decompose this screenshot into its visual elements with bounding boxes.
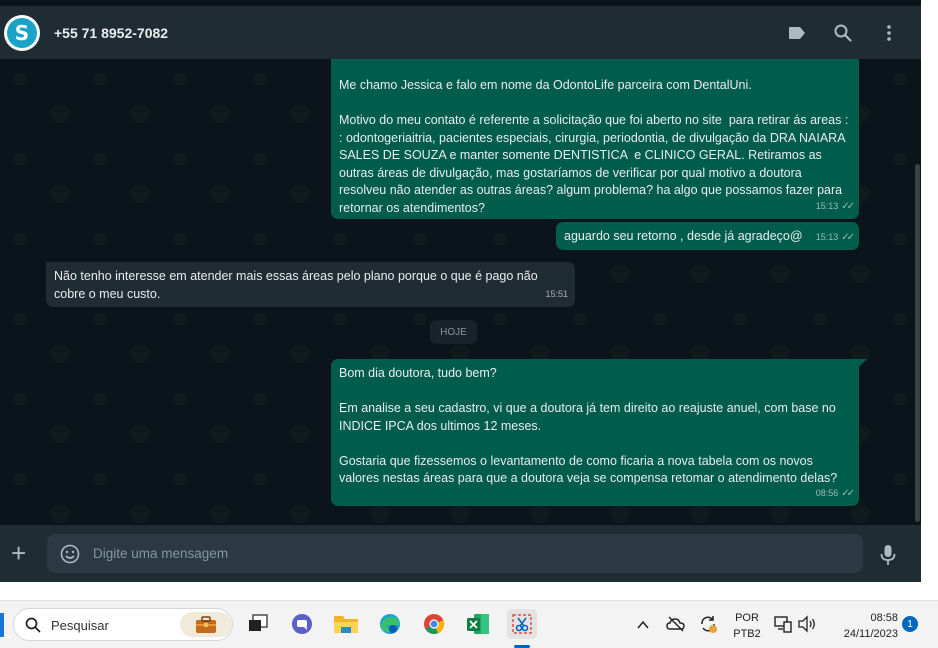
message-time: 15:51 xyxy=(545,288,568,299)
message-meta: 08:56 ✓✓ xyxy=(815,485,855,503)
emoji-icon[interactable] xyxy=(60,544,80,564)
message-input[interactable]: Digite uma mensagem xyxy=(47,534,863,573)
clock-time: 08:58 xyxy=(870,612,898,624)
message-bubble-outgoing[interactable]: aguardo seu retorno , desde já agradeço@… xyxy=(556,222,859,250)
clock-date: 24/11/2023 xyxy=(843,628,898,640)
message-list[interactable]: Me chamo Jessica e falo em nome da Odont… xyxy=(0,59,921,525)
header-actions xyxy=(787,6,899,59)
message-bubble-outgoing[interactable]: Me chamo Jessica e falo em nome da Odont… xyxy=(331,59,859,219)
avatar-logo: S xyxy=(7,17,37,48)
chrome-icon[interactable] xyxy=(419,609,449,639)
window-right-edge xyxy=(921,0,938,600)
language-code: POR xyxy=(735,612,759,624)
file-explorer-icon[interactable] xyxy=(331,609,361,639)
message-time: 08:56 xyxy=(815,487,839,498)
taskbar-clock[interactable]: 08:58 24/11/2023 xyxy=(826,610,898,642)
keyboard-layout: PTB2 xyxy=(733,628,761,640)
day-divider: HOJE xyxy=(430,320,477,344)
chevron-up-icon[interactable] xyxy=(637,617,649,635)
input-language[interactable]: POR PTB2 xyxy=(729,610,765,642)
desktop-strip xyxy=(0,582,938,600)
read-ticks-icon: ✓✓ xyxy=(841,487,855,499)
avatar[interactable]: S xyxy=(4,14,40,51)
network-icon[interactable] xyxy=(774,615,792,638)
windows-taskbar: Pesquisar POR PTB2 08:58 24/11/2023 1 xyxy=(0,600,938,648)
composer: + Digite uma mensagem xyxy=(0,525,921,582)
task-view-icon[interactable] xyxy=(243,609,273,639)
read-ticks-icon: ✓✓ xyxy=(841,200,855,212)
attach-plus-icon[interactable]: + xyxy=(11,540,26,566)
message-bubble-outgoing[interactable]: Bom dia doutora, tudo bem? Em analise a … xyxy=(331,359,859,506)
taskbar-search[interactable]: Pesquisar xyxy=(13,608,233,641)
briefcase-icon[interactable] xyxy=(180,612,232,637)
chat-header[interactable]: S +55 71 8952-7082 xyxy=(0,6,921,59)
message-text: Não tenho interesse em atender mais essa… xyxy=(54,269,542,301)
onedrive-offline-icon[interactable] xyxy=(666,615,686,638)
search-icon[interactable] xyxy=(833,23,853,43)
excel-icon[interactable] xyxy=(463,609,493,639)
teams-chat-icon[interactable] xyxy=(287,609,317,639)
bubble-tail xyxy=(859,359,867,367)
message-meta: 15:13 ✓✓ xyxy=(815,229,855,247)
contact-name[interactable]: +55 71 8952-7082 xyxy=(54,25,168,41)
snipping-tool-icon[interactable] xyxy=(507,609,537,639)
message-text: Me chamo Jessica e falo em nome da Odont… xyxy=(339,78,849,215)
message-time: 15:13 xyxy=(815,231,839,242)
volume-icon[interactable] xyxy=(797,615,817,638)
microphone-icon[interactable] xyxy=(879,544,897,566)
edge-icon[interactable] xyxy=(375,609,405,639)
chat-scrollbar[interactable] xyxy=(915,164,920,522)
message-time: 15:13 xyxy=(815,200,839,211)
message-text: Bom dia doutora, tudo bem? Em analise a … xyxy=(339,366,838,485)
message-placeholder: Digite uma mensagem xyxy=(93,546,229,561)
label-icon[interactable] xyxy=(787,23,807,43)
read-ticks-icon: ✓✓ xyxy=(841,231,855,243)
start-button[interactable] xyxy=(0,613,4,637)
message-text: aguardo seu retorno , desde já agradeço@ xyxy=(564,229,803,243)
search-placeholder: Pesquisar xyxy=(51,618,109,633)
notification-badge[interactable]: 1 xyxy=(902,616,918,632)
search-icon xyxy=(25,617,41,633)
message-meta: 15:51 xyxy=(545,286,568,304)
message-bubble-incoming[interactable]: Não tenho interesse em atender mais essa… xyxy=(46,262,575,307)
whatsapp-window: S +55 71 8952-7082 Me chamo Jessica e fa… xyxy=(0,0,921,582)
menu-icon[interactable] xyxy=(879,23,899,43)
sync-warning-icon[interactable] xyxy=(698,614,718,639)
message-meta: 15:13 ✓✓ xyxy=(815,198,855,216)
